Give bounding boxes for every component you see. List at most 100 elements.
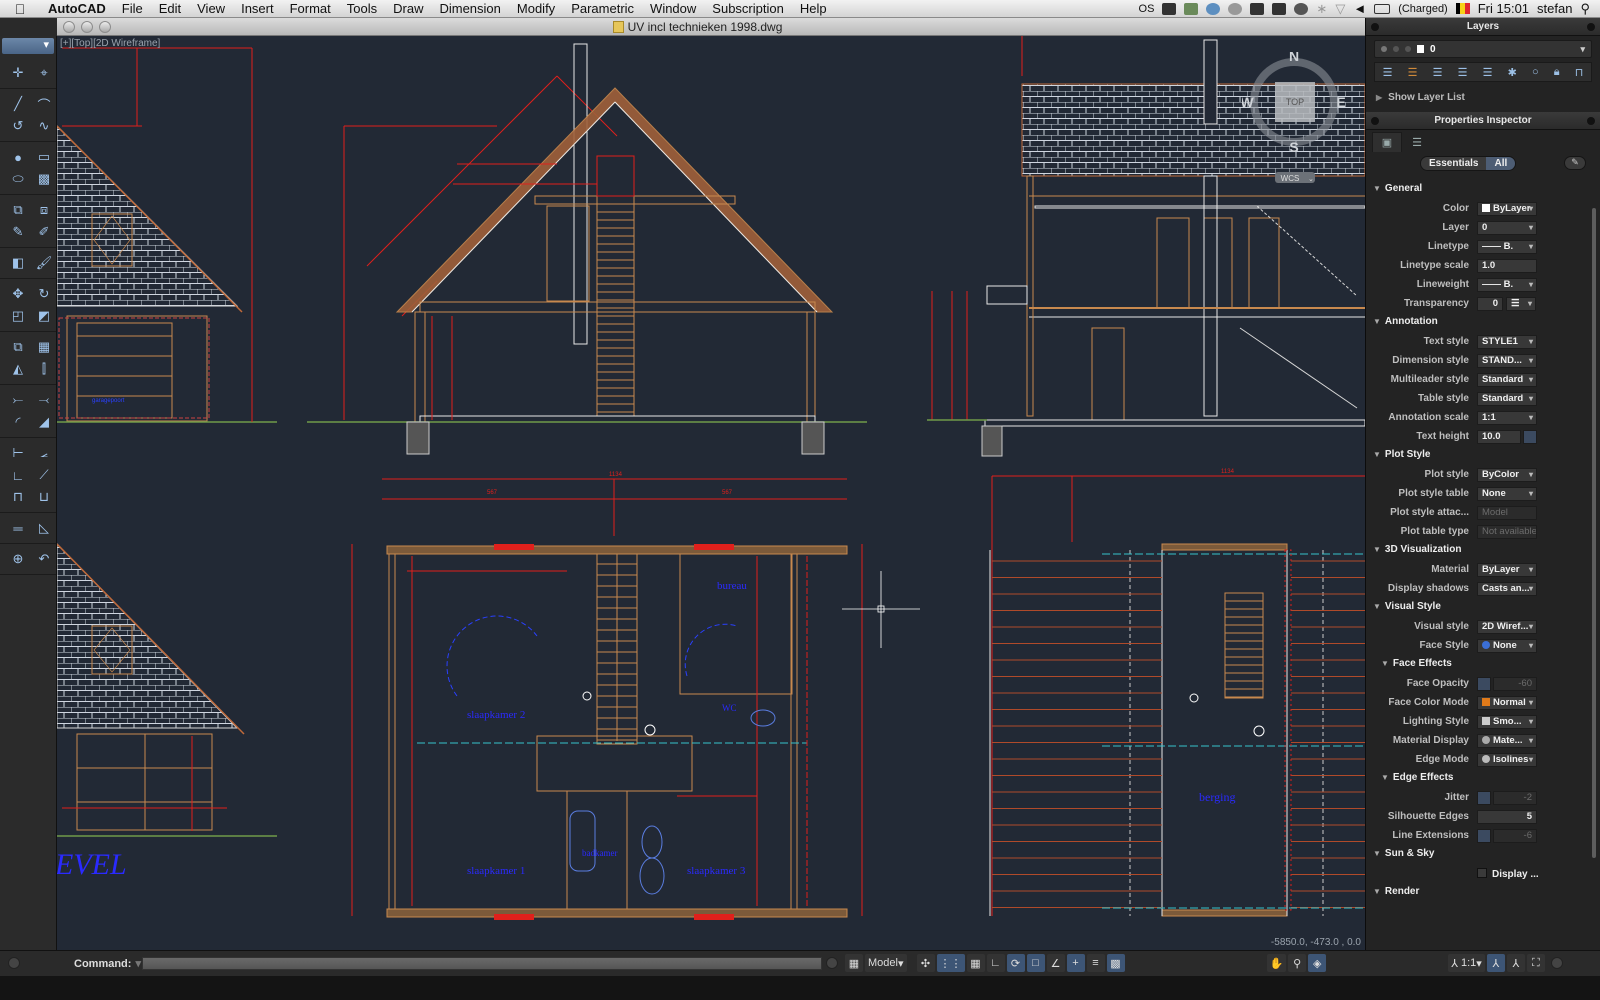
face-color-mode-dropdown[interactable]: Normal	[1477, 695, 1537, 710]
silhouette-edges-slider[interactable]: 5	[1477, 809, 1537, 824]
spline-icon[interactable]: ∿	[34, 117, 54, 135]
menu-view[interactable]: View	[189, 1, 233, 16]
drawing-viewport[interactable]: [+][Top][2D Wireframe] garagepoort EVEL …	[57, 36, 1365, 950]
undo-view-icon[interactable]: ↶	[34, 550, 54, 568]
status-options-button[interactable]	[1550, 957, 1563, 969]
transparency-bylayer-dropdown[interactable]: ☰	[1506, 296, 1536, 311]
tab-layer-properties-icon[interactable]: ☰	[1402, 132, 1432, 152]
3d-icon[interactable]: ◧	[8, 254, 28, 272]
robot-icon[interactable]	[1184, 2, 1199, 15]
plot-style-table-dropdown[interactable]: None	[1477, 486, 1537, 501]
battery-icon[interactable]	[1374, 3, 1391, 14]
annotation-scale-dropdown[interactable]: 1:1	[1477, 410, 1537, 425]
volume-icon[interactable]: ◄	[1353, 1, 1366, 16]
lineweight-dropdown[interactable]: —— B.	[1477, 277, 1537, 292]
transparency-icon[interactable]: ▩	[1106, 954, 1125, 972]
multileader-style-dropdown[interactable]: Standard	[1477, 372, 1537, 387]
hatch-icon[interactable]: ▩	[34, 170, 54, 188]
zoom-icon[interactable]: ⚲	[1288, 954, 1307, 972]
material-display-dropdown[interactable]: Mate...	[1477, 733, 1537, 748]
layer-match-icon[interactable]: ☰	[1458, 66, 1468, 79]
x-app-icon[interactable]	[1162, 2, 1177, 15]
layer-delete-icon[interactable]: ☰	[1408, 66, 1418, 79]
new-layer-icon[interactable]: ☰	[1383, 66, 1393, 79]
layout-dropdown[interactable]: Model ▾	[865, 954, 907, 972]
menu-insert[interactable]: Insert	[233, 1, 282, 16]
menu-subscription[interactable]: Subscription	[704, 1, 792, 16]
spotlight-icon[interactable]: ⚲	[1580, 1, 1590, 17]
block-insert-icon[interactable]: ⧉	[8, 201, 28, 219]
dimension-style-dropdown[interactable]: STAND...	[1477, 353, 1537, 368]
locate-icon[interactable]: ⌖	[34, 64, 54, 82]
section-plot-style[interactable]: ▼ Plot Style	[1366, 446, 1588, 465]
properties-scrollbar[interactable]	[1592, 208, 1596, 858]
rectangle-icon[interactable]: ▭	[34, 148, 54, 166]
polyline-icon[interactable]: ↺	[8, 117, 28, 135]
section-render[interactable]: ▼ Render	[1366, 883, 1588, 902]
stretch-icon[interactable]: ◩	[34, 307, 54, 325]
edge-mode-dropdown[interactable]: Isolines	[1477, 752, 1537, 767]
command-line-grip[interactable]	[8, 957, 20, 969]
lineweight-icon[interactable]: ≡	[1086, 954, 1105, 972]
display-shadows-dropdown[interactable]: Casts an...	[1477, 581, 1537, 596]
clock[interactable]: Fri 15:01	[1478, 1, 1529, 16]
fullscreen-icon[interactable]: ⛶	[1526, 954, 1545, 972]
paint-icon[interactable]: 🖌︎	[34, 254, 54, 272]
ucs-chevron-icon[interactable]: ⌄	[1308, 176, 1314, 183]
ellipse-icon[interactable]: ⬭	[8, 170, 28, 188]
display-sun-checkbox[interactable]: Display ...	[1477, 867, 1539, 880]
filter-all[interactable]: All	[1486, 157, 1516, 170]
plot-style-dropdown[interactable]: ByColor	[1477, 467, 1537, 482]
dim-edit-icon[interactable]: ⊔	[34, 488, 54, 506]
viewcube-west[interactable]: W	[1242, 94, 1254, 110]
circle-icon[interactable]: ●	[8, 148, 28, 166]
text-style-dropdown[interactable]: STYLE1	[1477, 334, 1537, 349]
sync-icon[interactable]	[1206, 2, 1221, 15]
menu-help[interactable]: Help	[792, 1, 835, 16]
menu-edit[interactable]: Edit	[151, 1, 189, 16]
quick-select-eyedropper-icon[interactable]: ✎	[1564, 156, 1586, 170]
menu-modify[interactable]: Modify	[509, 1, 563, 16]
zoom-window-button[interactable]	[99, 20, 111, 33]
line-extensions-toggle-icon[interactable]	[1477, 828, 1491, 843]
menu-app[interactable]: AutoCAD	[40, 1, 114, 16]
alert-icon[interactable]	[1228, 2, 1243, 15]
menu-file[interactable]: File	[114, 1, 151, 16]
pan-icon[interactable]: ✋	[1266, 954, 1287, 972]
snap-mode-icon[interactable]: ⋮⋮	[936, 954, 965, 972]
os-icon[interactable]: OS	[1139, 3, 1155, 15]
line-extensions-slider[interactable]: -6	[1493, 828, 1537, 843]
face-opacity-toggle-icon[interactable]	[1477, 676, 1491, 691]
ucs-menu[interactable]: WCS	[1281, 174, 1300, 183]
rotate-icon[interactable]: ↻	[34, 285, 54, 303]
trim-icon[interactable]: ⤚	[8, 391, 28, 409]
minimize-window-button[interactable]	[81, 20, 93, 33]
command-input[interactable]	[142, 957, 822, 970]
layer-freeze-icon[interactable]: ✱	[1508, 66, 1517, 79]
time-machine-icon[interactable]	[1294, 2, 1309, 15]
command-options-button[interactable]	[826, 957, 838, 969]
linetype-dropdown[interactable]: —— B.	[1477, 239, 1537, 254]
annotation-visibility-icon[interactable]: ⅄	[1486, 954, 1505, 972]
steering-wheel-icon[interactable]: ◈	[1308, 954, 1327, 972]
line-icon[interactable]: ╱	[8, 95, 28, 113]
wifi-icon[interactable]: ▽	[1335, 1, 1345, 17]
dim-continue-icon[interactable]: ═	[8, 519, 28, 537]
offset-icon[interactable]: ⫿	[34, 360, 54, 378]
visual-style-dropdown[interactable]: 2D Wiref...	[1477, 619, 1537, 634]
dynamic-input-icon[interactable]: +	[1066, 954, 1085, 972]
table-style-dropdown[interactable]: Standard	[1477, 391, 1537, 406]
dim-aligned-icon[interactable]: ⟋	[34, 466, 54, 484]
color-dropdown[interactable]: ByLayer	[1477, 201, 1537, 216]
checkbox[interactable]	[1477, 867, 1487, 878]
section-visual-style[interactable]: ▼ Visual Style	[1366, 598, 1588, 617]
annotation-scale-dropdown[interactable]: ⅄ 1:1 ▾	[1448, 954, 1485, 972]
object-snap-tracking-icon[interactable]: ∠	[1046, 954, 1065, 972]
scale-icon[interactable]: ◰	[8, 307, 28, 325]
user-name[interactable]: stefan	[1537, 1, 1572, 16]
menu-window[interactable]: Window	[642, 1, 704, 16]
arc-icon[interactable]: ⌒	[34, 95, 54, 113]
extend-icon[interactable]: ⤙	[34, 391, 54, 409]
layer-dropdown[interactable]: 0	[1477, 220, 1537, 235]
flag-icon[interactable]	[1455, 3, 1470, 14]
